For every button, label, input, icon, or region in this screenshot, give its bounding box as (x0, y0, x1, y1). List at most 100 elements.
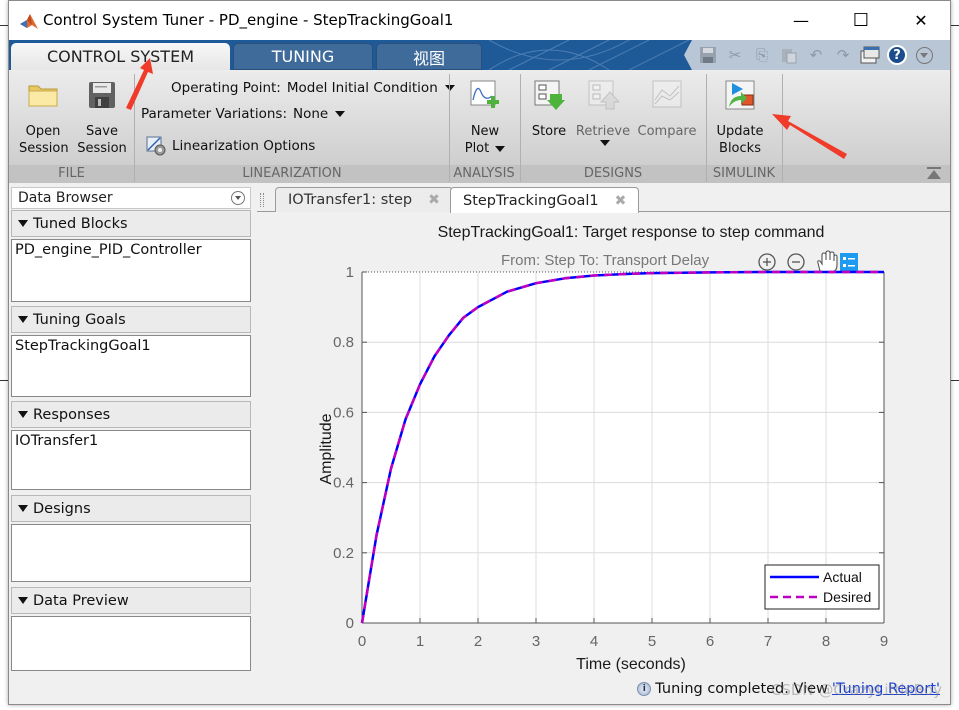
group-label-analysis: ANALYSIS (453, 166, 515, 181)
collapse-triangle-icon (18, 220, 28, 227)
section-header-tuned-blocks[interactable]: Tuned Blocks (11, 210, 251, 237)
folder-open-icon (28, 85, 58, 107)
close-icon: ✕ (914, 11, 928, 30)
chevron-down-icon (600, 140, 610, 146)
new-plot-label-1: New (470, 124, 500, 139)
collapse-ribbon-icon[interactable] (926, 165, 942, 181)
collapse-triangle-icon (18, 316, 28, 323)
section-header-tuning-goals[interactable]: Tuning Goals (11, 306, 251, 333)
close-tab-icon[interactable]: ✖ (428, 192, 440, 208)
section-header-designs[interactable]: Designs (11, 495, 251, 522)
section-title: Data Preview (33, 592, 129, 609)
watermark-text: CSDN @CrazyLittleBoy (770, 681, 942, 699)
y-axis-label: Amplitude (318, 413, 335, 484)
minimize-button[interactable]: — (771, 1, 831, 40)
x-tick-label: 2 (474, 633, 482, 650)
data-browser-title: Data Browser (18, 190, 113, 206)
open-session-label-1: Open (25, 124, 61, 139)
title-bar: Control System Tuner - PD_engine - StepT… (9, 1, 950, 40)
window-layout-icon[interactable] (860, 45, 880, 65)
plot-panel: StepTrackingGoal1: Target response to st… (257, 213, 950, 681)
x-axis-label: Time (seconds) (576, 656, 686, 673)
info-icon: i (637, 682, 652, 696)
compare-button[interactable]: Compare (635, 78, 699, 140)
parameter-variations-dropdown[interactable]: None (293, 106, 346, 122)
operating-point-dropdown[interactable]: Model Initial Condition (287, 80, 455, 96)
list-item[interactable]: IOTransfer1 (15, 433, 247, 449)
legend-actual-label: Actual (823, 569, 862, 585)
save-icon[interactable] (698, 45, 718, 65)
store-button[interactable]: Store (527, 78, 571, 140)
maximize-icon: ☐ (852, 10, 870, 31)
options-icon[interactable] (914, 45, 934, 65)
open-session-button[interactable]: Open Session (19, 78, 69, 157)
x-tick-label: 7 (764, 633, 772, 650)
zoom-in-icon[interactable] (756, 251, 778, 273)
copy-icon[interactable]: ⎘ (752, 45, 772, 65)
y-tick-label: 0 (346, 615, 354, 632)
collapse-triangle-icon (18, 505, 28, 512)
maximize-button[interactable]: ☐ (831, 1, 891, 40)
step-response-chart[interactable]: StepTrackingGoal1: Target response to st… (257, 213, 950, 681)
operating-point-label: Operating Point: (171, 80, 281, 96)
store-design-icon (534, 80, 565, 110)
tab-view[interactable]: 视图 (376, 43, 482, 70)
tab-control-system[interactable]: CONTROL SYSTEM (11, 43, 230, 70)
section-title: Tuning Goals (33, 311, 126, 328)
axes-toolbar (756, 250, 858, 273)
chevron-down-icon (335, 111, 346, 117)
parameter-variations-value: None (293, 106, 329, 122)
operating-point-row: Operating Point: Model Initial Condition (171, 80, 455, 96)
tab-tuning[interactable]: TUNING (233, 43, 373, 70)
x-tick-label: 3 (532, 633, 540, 650)
doc-tab-iotransfer1-step[interactable]: IOTransfer1: step ✖ (275, 187, 453, 212)
new-plot-button[interactable]: New Plot (455, 78, 515, 157)
list-item[interactable]: StepTrackingGoal1 (15, 338, 247, 354)
y-tick-label: 0.6 (333, 404, 354, 421)
group-label-file: FILE (58, 166, 85, 181)
chart-legend[interactable]: Actual Desired (764, 564, 880, 610)
data-browser-header: Data Browser (11, 187, 251, 209)
pan-hand-icon[interactable] (817, 250, 838, 273)
tab-view-label: 视图 (412, 48, 445, 68)
undo-icon[interactable]: ↶ (806, 45, 826, 65)
backdrop-line (0, 25, 8, 26)
quick-access-toolbar: ✂ ⎘ ↶ ↷ ? (684, 40, 950, 70)
y-tick-label: 0.4 (333, 475, 354, 492)
close-tab-icon[interactable]: ✖ (615, 193, 627, 209)
retrieve-button[interactable]: Retrieve (575, 78, 631, 146)
new-plot-label-2: Plot (464, 141, 490, 156)
group-label-linearization: LINEARIZATION (242, 166, 342, 181)
doc-tab-steptrackinggoal1[interactable]: StepTrackingGoal1 ✖ (450, 187, 640, 213)
data-preview-area (11, 616, 251, 671)
document-tab-bar: IOTransfer1: step ✖ StepTrackingGoal1 ✖ (257, 187, 950, 213)
update-blocks-icon (725, 80, 755, 110)
drag-grip-icon[interactable] (260, 193, 264, 207)
section-header-responses[interactable]: Responses (11, 401, 251, 428)
section-header-data-preview[interactable]: Data Preview (11, 587, 251, 614)
help-icon[interactable]: ? (887, 45, 907, 65)
backdrop-line (0, 380, 8, 381)
section-title: Designs (33, 500, 91, 517)
redo-icon[interactable]: ↷ (833, 45, 853, 65)
store-label: Store (531, 124, 567, 139)
floppy-save-icon (89, 82, 115, 108)
group-label-designs: DESIGNS (583, 166, 643, 181)
backdrop-line (951, 25, 959, 26)
legend-toggle-icon[interactable] (840, 253, 858, 271)
linearization-options-button[interactable]: Linearization Options (146, 136, 315, 156)
cut-icon[interactable]: ✂ (725, 45, 745, 65)
collapse-triangle-icon (18, 411, 28, 418)
close-button[interactable]: ✕ (891, 1, 951, 40)
x-tick-label: 9 (880, 633, 888, 650)
group-separator (782, 74, 783, 182)
x-tick-label: 6 (706, 633, 714, 650)
update-blocks-button[interactable]: Update Blocks (709, 78, 771, 157)
ribbon-toolstrip: Open Session Save Session FILE Operating… (9, 70, 950, 183)
panel-menu-icon[interactable] (231, 191, 245, 205)
x-tick-label: 1 (416, 633, 424, 650)
list-item[interactable]: PD_engine_PID_Controller (15, 242, 247, 258)
zoom-out-icon[interactable] (787, 253, 805, 271)
paste-icon[interactable] (779, 45, 799, 65)
save-session-button[interactable]: Save Session (76, 78, 128, 157)
